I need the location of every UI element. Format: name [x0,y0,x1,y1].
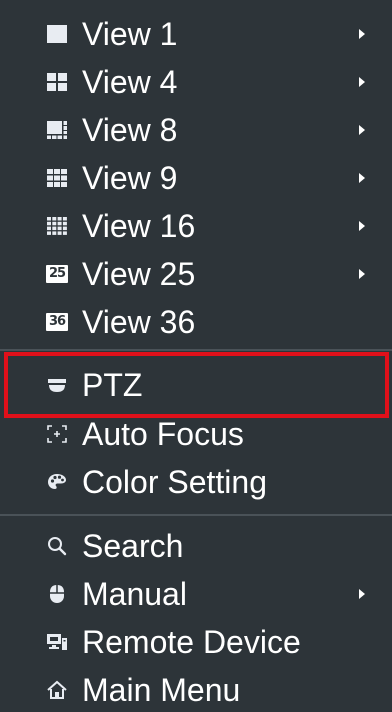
view-9-icon [46,167,68,189]
submenu-arrow-icon [359,221,365,231]
menu-item-label: View 1 [82,16,178,52]
menu-item-color-setting[interactable]: Color Setting [0,458,392,506]
submenu-arrow-icon [359,77,365,87]
view-36-icon: 36 [46,311,68,333]
submenu-arrow-icon [359,29,365,39]
menu-item-view-9[interactable]: View 9 [0,154,392,202]
menu-item-label: View 25 [82,256,196,292]
menu-item-label: Color Setting [82,464,267,500]
menu-item-label: View 36 [82,304,196,340]
menu-item-label: View 16 [82,208,196,244]
menu-item-view-25[interactable]: 25 View 25 [0,250,392,298]
menu-item-view-36[interactable]: 36 View 36 [0,298,392,346]
menu-item-search[interactable]: Search [0,522,392,570]
submenu-arrow-icon [359,589,365,599]
menu-item-ptz[interactable]: PTZ [0,361,392,409]
menu-item-auto-focus[interactable]: Auto Focus [0,410,392,458]
view-25-icon: 25 [46,263,68,285]
palette-icon [46,471,68,493]
menu-item-main-menu[interactable]: Main Menu [0,666,392,712]
mouse-icon [46,583,68,605]
menu-item-view-16[interactable]: View 16 [0,202,392,250]
menu-item-remote-device[interactable]: Remote Device [0,618,392,666]
home-icon [46,679,68,701]
remote-device-icon [46,631,68,653]
context-menu: View 1 View 4 View 8 View 9 View 16 25 V… [0,0,392,712]
menu-item-label: Remote Device [82,624,301,660]
auto-focus-icon [46,423,68,445]
menu-item-label: View 8 [82,112,178,148]
menu-item-view-8[interactable]: View 8 [0,106,392,154]
menu-item-label: Auto Focus [82,416,244,452]
menu-item-label: Manual [82,576,187,612]
view-8-icon [46,119,68,141]
menu-separator [0,349,392,351]
view-16-icon [46,215,68,237]
menu-item-label: Search [82,528,184,564]
menu-item-label: View 9 [82,160,178,196]
menu-item-view-4[interactable]: View 4 [0,58,392,106]
menu-item-manual[interactable]: Manual [0,570,392,618]
view-36-icon-number: 36 [46,313,68,331]
view-4-icon [46,71,68,93]
search-icon [46,535,68,557]
menu-item-label: Main Menu [82,672,241,708]
view-1-icon [46,23,68,45]
view-25-icon-number: 25 [46,265,68,283]
menu-item-label: View 4 [82,64,178,100]
submenu-arrow-icon [359,173,365,183]
menu-item-view-1[interactable]: View 1 [0,10,392,58]
ptz-camera-icon [46,374,68,396]
menu-item-label: PTZ [82,367,143,403]
submenu-arrow-icon [359,125,365,135]
menu-separator [0,514,392,516]
submenu-arrow-icon [359,269,365,279]
